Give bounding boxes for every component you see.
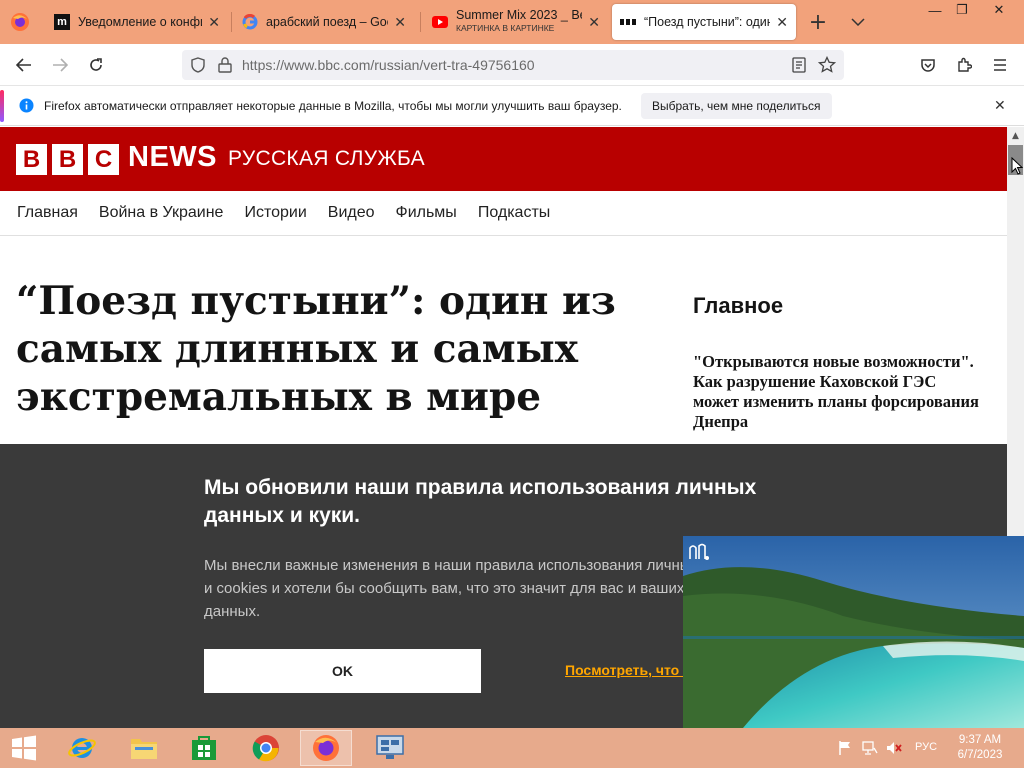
clock-date: 6/7/2023 <box>957 749 1003 761</box>
tab-google-search[interactable]: арабский поезд – Googl ✕ <box>234 4 414 40</box>
nav-item-war-in-ukraine[interactable]: Война в Украине <box>99 204 224 222</box>
bbc-logo-block: C <box>88 144 119 175</box>
mouse-cursor-icon <box>1011 156 1024 179</box>
new-tab-button[interactable]: + <box>806 10 830 35</box>
url-text[interactable]: https://www.bbc.com/russian/vert-tra-497… <box>242 57 535 73</box>
nav-item-films[interactable]: Фильмы <box>396 204 457 222</box>
cookie-banner-title: Мы обновили наши правила использования л… <box>204 476 757 527</box>
tab-title-stack: Summer Mix 2023 _ Bes КАРТИНКА В КАРТИНК… <box>456 9 582 35</box>
picture-in-picture-video[interactable] <box>683 536 1024 728</box>
data-collection-notification: Firefox автоматически отправляет некотор… <box>0 86 1024 126</box>
volume-muted-icon[interactable] <box>886 740 902 760</box>
tab-title: Summer Mix 2023 _ Bes <box>456 9 583 22</box>
bbc-icon <box>620 14 636 30</box>
tab-title: арабский поезд – Googl <box>266 15 388 29</box>
tab-strip: m Уведомление о конфид ✕ арабский поезд … <box>0 0 1024 44</box>
close-window-button[interactable]: ✕ <box>982 0 1016 20</box>
navigation-toolbar: https://www.bbc.com/russian/vert-tra-497… <box>0 44 1024 86</box>
tab-privacy-notice[interactable]: m Уведомление о конфид ✕ <box>46 4 228 40</box>
nav-item-stories[interactable]: Истории <box>244 204 306 222</box>
scroll-up-arrow-icon[interactable]: ▲ <box>1007 127 1024 144</box>
notification-text: Firefox автоматически отправляет некотор… <box>44 99 622 113</box>
menu-icon[interactable] <box>988 53 1012 77</box>
top-stories-heading: Главное <box>693 293 784 318</box>
bookmark-star-icon[interactable] <box>817 55 837 78</box>
internet-explorer-icon[interactable] <box>56 730 108 766</box>
reload-button[interactable] <box>84 53 108 77</box>
service-name: РУССКАЯ СЛУЖБА <box>228 147 425 170</box>
back-button[interactable] <box>12 53 36 77</box>
top-story-link[interactable]: "Открываются новые возможности". Как раз… <box>693 352 983 432</box>
nav-item-podcasts[interactable]: Подкасты <box>478 204 550 222</box>
system-clock[interactable]: 9:37 AM 6/7/2023 <box>952 733 1008 763</box>
file-explorer-icon[interactable] <box>118 730 170 766</box>
m-icon: m <box>54 14 70 30</box>
cookie-ok-button[interactable]: OK <box>204 649 481 693</box>
youtube-icon <box>432 14 448 30</box>
pip-label: КАРТИНКА В КАРТИНКЕ <box>456 23 555 33</box>
firefox-taskbar-icon[interactable] <box>300 730 352 766</box>
info-icon <box>19 98 34 117</box>
article-headline: “Поезд пустыни”: один из самых длинных и… <box>16 278 616 420</box>
tab-youtube[interactable]: Summer Mix 2023 _ Bes КАРТИНКА В КАРТИНК… <box>424 4 608 40</box>
chrome-icon[interactable] <box>240 730 292 766</box>
beach-video-frame <box>683 536 1024 728</box>
tracking-shield-icon[interactable] <box>190 57 206 77</box>
reader-view-icon[interactable] <box>792 57 806 77</box>
bbc-logo-block: B <box>16 144 47 175</box>
close-icon[interactable]: ✕ <box>776 14 788 31</box>
lock-icon[interactable] <box>218 57 232 77</box>
minimize-button[interactable]: — <box>920 0 950 20</box>
nav-item-video[interactable]: Видео <box>328 204 375 222</box>
close-icon[interactable]: ✕ <box>208 14 220 31</box>
tab-title: “Поезд пустыни”: один <box>644 15 771 29</box>
tab-bbc-article[interactable]: “Поезд пустыни”: один ✕ <box>612 4 796 40</box>
remote-desktop-icon[interactable] <box>364 730 416 766</box>
windows-taskbar: РУС 9:37 AM 6/7/2023 <box>0 728 1024 768</box>
cookie-banner-text: Мы внесли важные изменения в наши правил… <box>204 557 755 620</box>
address-bar[interactable]: https://www.bbc.com/russian/vert-tra-497… <box>182 50 844 80</box>
action-center-flag-icon[interactable] <box>838 740 852 760</box>
site-navigation: Главная Война в Украине Истории Видео Фи… <box>0 191 1007 236</box>
extensions-icon[interactable] <box>952 53 976 77</box>
list-all-tabs-icon[interactable] <box>848 12 868 32</box>
choose-what-to-share-button[interactable]: Выбрать, чем мне поделиться <box>641 93 832 119</box>
start-button[interactable] <box>0 730 48 766</box>
clock-time: 9:37 AM <box>958 734 1002 746</box>
close-notification-icon[interactable]: ✕ <box>994 98 1006 114</box>
input-language[interactable]: РУС <box>915 741 937 753</box>
news-wordmark: NEWS <box>128 141 217 173</box>
close-icon[interactable]: ✕ <box>588 14 600 31</box>
nav-item-home[interactable]: Главная <box>17 204 78 222</box>
close-icon[interactable]: ✕ <box>394 14 406 31</box>
pip-toggle-icon[interactable] <box>687 542 711 566</box>
forward-button[interactable] <box>48 53 72 77</box>
pocket-icon[interactable] <box>916 53 940 77</box>
windows-store-icon[interactable] <box>178 730 230 766</box>
bbc-header: B B C NEWS РУССКАЯ СЛУЖБА <box>0 127 1007 191</box>
google-icon <box>242 14 258 30</box>
network-icon[interactable] <box>862 740 878 760</box>
tab-title: Уведомление о конфид <box>78 15 203 29</box>
bbc-logo-block: B <box>52 144 83 175</box>
firefox-logo-icon[interactable] <box>10 12 30 32</box>
restore-button[interactable]: ❐ <box>947 0 977 20</box>
